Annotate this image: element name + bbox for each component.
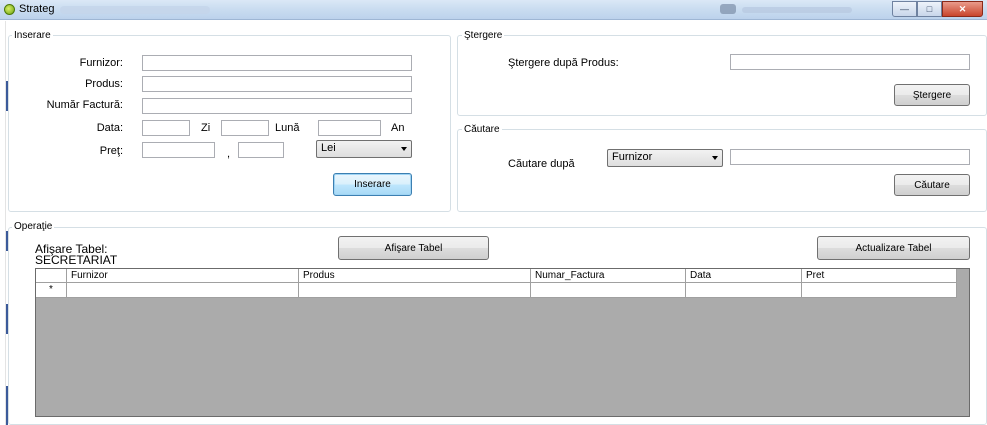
data-label: Data:	[96, 122, 123, 134]
grid-header: Furnizor Produs Numar_Factura Data Pret	[36, 269, 957, 283]
produs-input[interactable]	[142, 76, 412, 92]
operatie-group-title: Operaţie	[12, 221, 55, 232]
cautare-field-value: Furnizor	[612, 151, 653, 163]
chevron-down-icon	[401, 147, 407, 151]
table-cell[interactable]	[299, 283, 531, 298]
inserare-group-title: Inserare	[12, 30, 53, 41]
zi-input[interactable]	[142, 120, 190, 136]
column-header-furnizor[interactable]: Furnizor	[67, 269, 299, 283]
table-cell[interactable]	[686, 283, 802, 298]
column-header-data[interactable]: Data	[686, 269, 802, 283]
grid-corner	[36, 269, 67, 283]
cautare-group	[457, 129, 987, 212]
table-row[interactable]: *	[36, 283, 957, 298]
an-label: An	[391, 122, 405, 134]
pret-label: Preţ:	[99, 145, 123, 157]
chevron-down-icon	[712, 156, 718, 160]
table-cell[interactable]	[531, 283, 686, 298]
cautare-button[interactable]: Căutare	[894, 174, 970, 196]
stergere-button[interactable]: Ştergere	[894, 84, 970, 106]
titlebar-blur	[720, 4, 736, 14]
currency-select[interactable]: Lei	[316, 140, 412, 158]
pret-lei-input[interactable]	[142, 142, 215, 158]
furnizor-input[interactable]	[142, 55, 412, 71]
close-icon[interactable]: ✕	[942, 1, 983, 17]
window-titlebar: Strateg — □ ✕	[0, 0, 987, 20]
produs-label: Produs:	[85, 78, 123, 90]
numar-factura-label: Număr Factură:	[46, 99, 123, 111]
zi-label: Zi	[201, 122, 211, 134]
numar-factura-input[interactable]	[142, 98, 412, 114]
stergere-produs-input[interactable]	[730, 54, 970, 70]
afisare-table-name: SECRETARIAT	[35, 253, 118, 267]
decimal-comma: ,	[227, 148, 231, 160]
furnizor-label: Furnizor:	[79, 57, 123, 69]
an-input[interactable]	[318, 120, 381, 136]
column-header-pret[interactable]: Pret	[802, 269, 957, 283]
stergere-label: Ştergere după Produs:	[508, 57, 619, 69]
cautare-label: Căutare după	[508, 158, 575, 170]
new-row-marker: *	[36, 283, 67, 298]
cautare-group-title: Căutare	[462, 124, 502, 135]
left-edge	[0, 21, 8, 425]
pret-bani-input[interactable]	[238, 142, 284, 158]
window-title: Strateg	[19, 3, 55, 15]
luna-label: Lună	[275, 122, 300, 134]
maximize-icon[interactable]: □	[917, 1, 942, 17]
afisare-tabel-button[interactable]: Afişare Tabel	[338, 236, 489, 260]
data-grid[interactable]: Furnizor Produs Numar_Factura Data Pret …	[35, 268, 970, 417]
titlebar-blur	[742, 7, 852, 13]
currency-select-value: Lei	[321, 142, 336, 154]
stergere-group-title: Ştergere	[462, 30, 505, 41]
table-cell[interactable]	[67, 283, 299, 298]
titlebar-blur	[60, 6, 210, 14]
luna-input[interactable]	[221, 120, 269, 136]
cautare-input[interactable]	[730, 149, 970, 165]
inserare-button[interactable]: Inserare	[333, 173, 412, 196]
column-header-numar-factura[interactable]: Numar_Factura	[531, 269, 686, 283]
actualizare-tabel-button[interactable]: Actualizare Tabel	[817, 236, 970, 260]
cautare-field-select[interactable]: Furnizor	[607, 149, 723, 167]
minimize-icon[interactable]: —	[892, 1, 917, 17]
table-cell[interactable]	[802, 283, 957, 298]
window-controls: — □ ✕	[892, 1, 983, 17]
column-header-produs[interactable]: Produs	[299, 269, 531, 283]
app-icon	[4, 4, 15, 15]
